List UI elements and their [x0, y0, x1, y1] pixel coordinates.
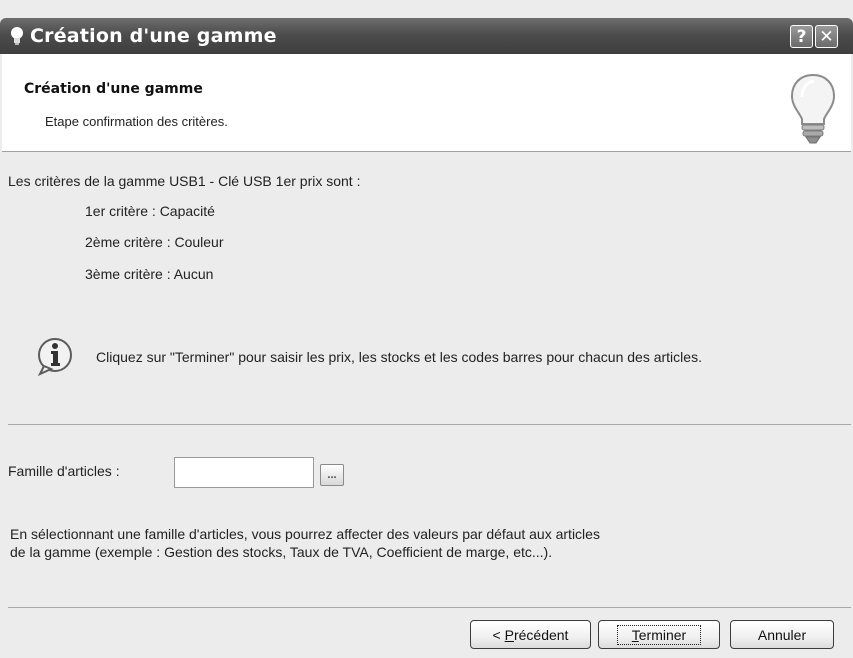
finish-button[interactable]: Terminer	[598, 620, 720, 649]
header-title: Création d'une gamme	[24, 81, 203, 97]
criteria-item: 3ème critère : Aucun	[85, 266, 214, 282]
wizard-body: Les critères de la gamme USB1 - Clé USB …	[2, 153, 851, 658]
family-browse-button[interactable]: ...	[320, 464, 344, 486]
separator	[8, 424, 851, 425]
finish-focus-ring: Terminer	[616, 624, 702, 645]
finish-mnemonic: T	[631, 626, 639, 643]
wizard-header: Création d'une gamme Etape confirmation …	[2, 54, 851, 152]
dialog-window: Création d'une gamme ? ✕ Création d'une …	[0, 0, 853, 658]
criteria-item: 2ème critère : Couleur	[85, 234, 224, 250]
previous-mnemonic: P	[504, 626, 514, 643]
finish-label: erminer	[638, 626, 687, 643]
previous-label: récédent	[513, 626, 569, 643]
window-title: Création d'une gamme	[30, 25, 277, 47]
family-label: Famille d'articles :	[8, 463, 120, 479]
header-subtitle: Etape confirmation des critères.	[45, 114, 228, 129]
previous-prefix: <	[492, 626, 505, 643]
family-input[interactable]	[174, 457, 314, 488]
family-hint: En sélectionnant une famille d'articles,…	[10, 526, 600, 542]
help-button[interactable]: ?	[790, 25, 813, 48]
lightbulb-icon	[790, 73, 836, 144]
separator	[8, 607, 851, 608]
info-message: Cliquez sur "Terminer" pour saisir les p…	[96, 349, 702, 365]
title-bar[interactable]: Création d'une gamme ? ✕	[0, 18, 853, 54]
cancel-button[interactable]: Annuler	[730, 620, 834, 649]
previous-button[interactable]: < Précédent	[470, 620, 591, 649]
close-button[interactable]: ✕	[815, 25, 838, 48]
family-hint: de la gamme (exemple : Gestion des stock…	[10, 544, 553, 560]
lightbulb-icon	[11, 27, 23, 45]
info-icon	[37, 338, 72, 376]
criteria-item: 1er critère : Capacité	[85, 203, 215, 219]
criteria-intro: Les critères de la gamme USB1 - Clé USB …	[8, 173, 361, 189]
